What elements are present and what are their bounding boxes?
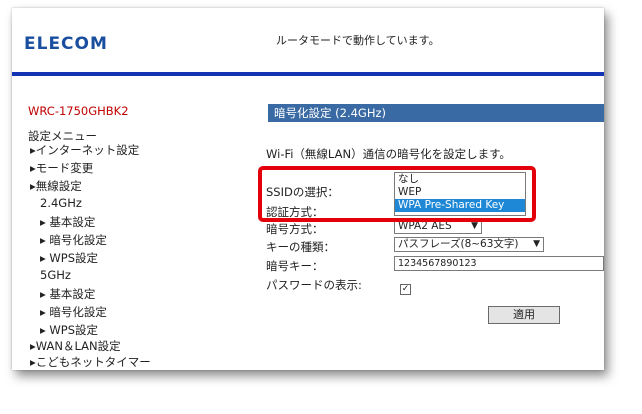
chevron-down-icon: ▼ — [533, 239, 540, 249]
key-type-select[interactable]: パスフレーズ(8~63文字) ▼ — [394, 237, 544, 252]
menu-2-4ghz-basic[interactable]: ▸ 基本設定 — [40, 214, 95, 230]
menu-2-4ghz-wps[interactable]: ▸ WPS設定 — [40, 250, 98, 266]
router-settings-window: ELECOM ルータモードで動作しています。 WRC-1750GHBK2 設定メ… — [12, 8, 604, 370]
menu-5ghz-encryption[interactable]: ▸ 暗号化設定 — [40, 304, 107, 320]
menu-internet-settings[interactable]: ▸インターネット設定 — [30, 142, 139, 158]
encryption-key-label: 暗号キー： — [266, 259, 324, 273]
cipher-label: 暗号方式： — [266, 222, 324, 236]
header-divider — [12, 72, 604, 76]
elecom-logo: ELECOM — [24, 34, 108, 54]
highlight-callout-box — [258, 166, 536, 222]
apply-button[interactable]: 適用 — [488, 306, 560, 324]
model-name: WRC-1750GHBK2 — [28, 104, 129, 118]
show-password-checkbox[interactable]: ✓ — [400, 284, 411, 295]
menu-5ghz-basic[interactable]: ▸ 基本設定 — [40, 286, 95, 302]
menu-mode-change[interactable]: ▸モード変更 — [30, 160, 93, 176]
menu-kids-net-timer[interactable]: ▸こどもネットタイマー — [30, 354, 151, 370]
menu-2-4ghz-encryption[interactable]: ▸ 暗号化設定 — [40, 232, 107, 248]
menu-band-5ghz: 5GHz — [40, 268, 71, 282]
mode-status-text: ルータモードで動作しています。 — [276, 34, 440, 47]
key-type-label: キーの種類： — [266, 240, 335, 254]
key-type-select-value: パスフレーズ(8~63文字) — [398, 238, 519, 250]
show-password-label: パスワードの表示: — [266, 278, 362, 292]
encryption-key-input[interactable]: 1234567890123 — [394, 256, 604, 271]
menu-band-2-4ghz: 2.4GHz — [40, 196, 82, 210]
section-description: Wi-Fi（無線LAN）通信の暗号化を設定します。 — [266, 147, 511, 161]
menu-wireless-settings[interactable]: ▸無線設定 — [30, 178, 82, 194]
menu-wan-lan-settings[interactable]: ▸WAN＆LAN設定 — [30, 338, 121, 354]
section-title-bar: 暗号化設定 (2.4GHz) — [268, 104, 604, 122]
menu-5ghz-wps[interactable]: ▸ WPS設定 — [40, 322, 98, 338]
